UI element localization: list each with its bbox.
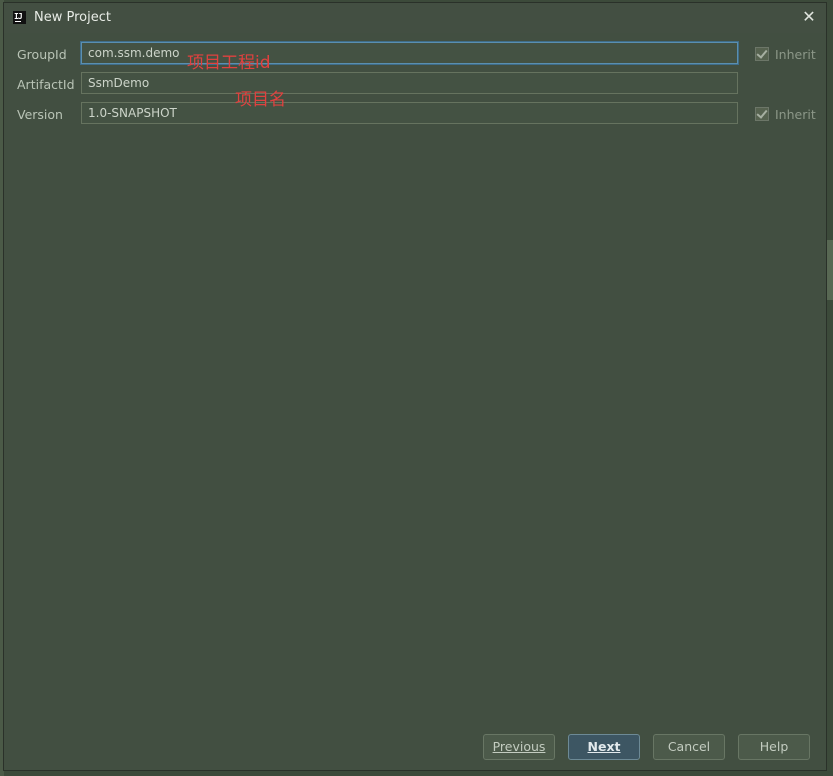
version-label: Version [17,107,63,122]
next-button[interactable]: Next [568,734,640,760]
next-label: Next [587,739,621,754]
groupid-annotation: 项目工程id [187,53,271,73]
groupid-input[interactable] [81,42,738,64]
checkbox-checked-icon [755,107,769,121]
inherit-label: Inherit [775,107,816,122]
close-icon[interactable]: ✕ [800,8,818,26]
previous-button[interactable]: Previous [483,734,555,760]
artifactid-label: ArtifactId [17,77,75,92]
new-project-dialog: IJ New Project ✕ GroupId Inherit Artifac… [3,2,827,771]
groupid-label: GroupId [17,47,67,62]
previous-label: Previous [492,739,546,754]
dialog-title: New Project [34,10,111,25]
version-input[interactable] [81,102,738,124]
background-accent [827,240,833,300]
help-button[interactable]: Help [738,734,810,760]
checkbox-checked-icon [755,47,769,61]
intellij-app-icon: IJ [13,11,26,24]
cancel-button[interactable]: Cancel [653,734,725,760]
version-inherit-checkbox[interactable]: Inherit [755,107,816,123]
artifactid-annotation: 项目名 [235,90,286,110]
app-icon-text: IJ [14,12,23,21]
title-bar: IJ New Project ✕ [4,3,826,33]
artifactid-input[interactable] [81,72,738,94]
inherit-label: Inherit [775,47,816,62]
groupid-inherit-checkbox[interactable]: Inherit [755,47,816,63]
